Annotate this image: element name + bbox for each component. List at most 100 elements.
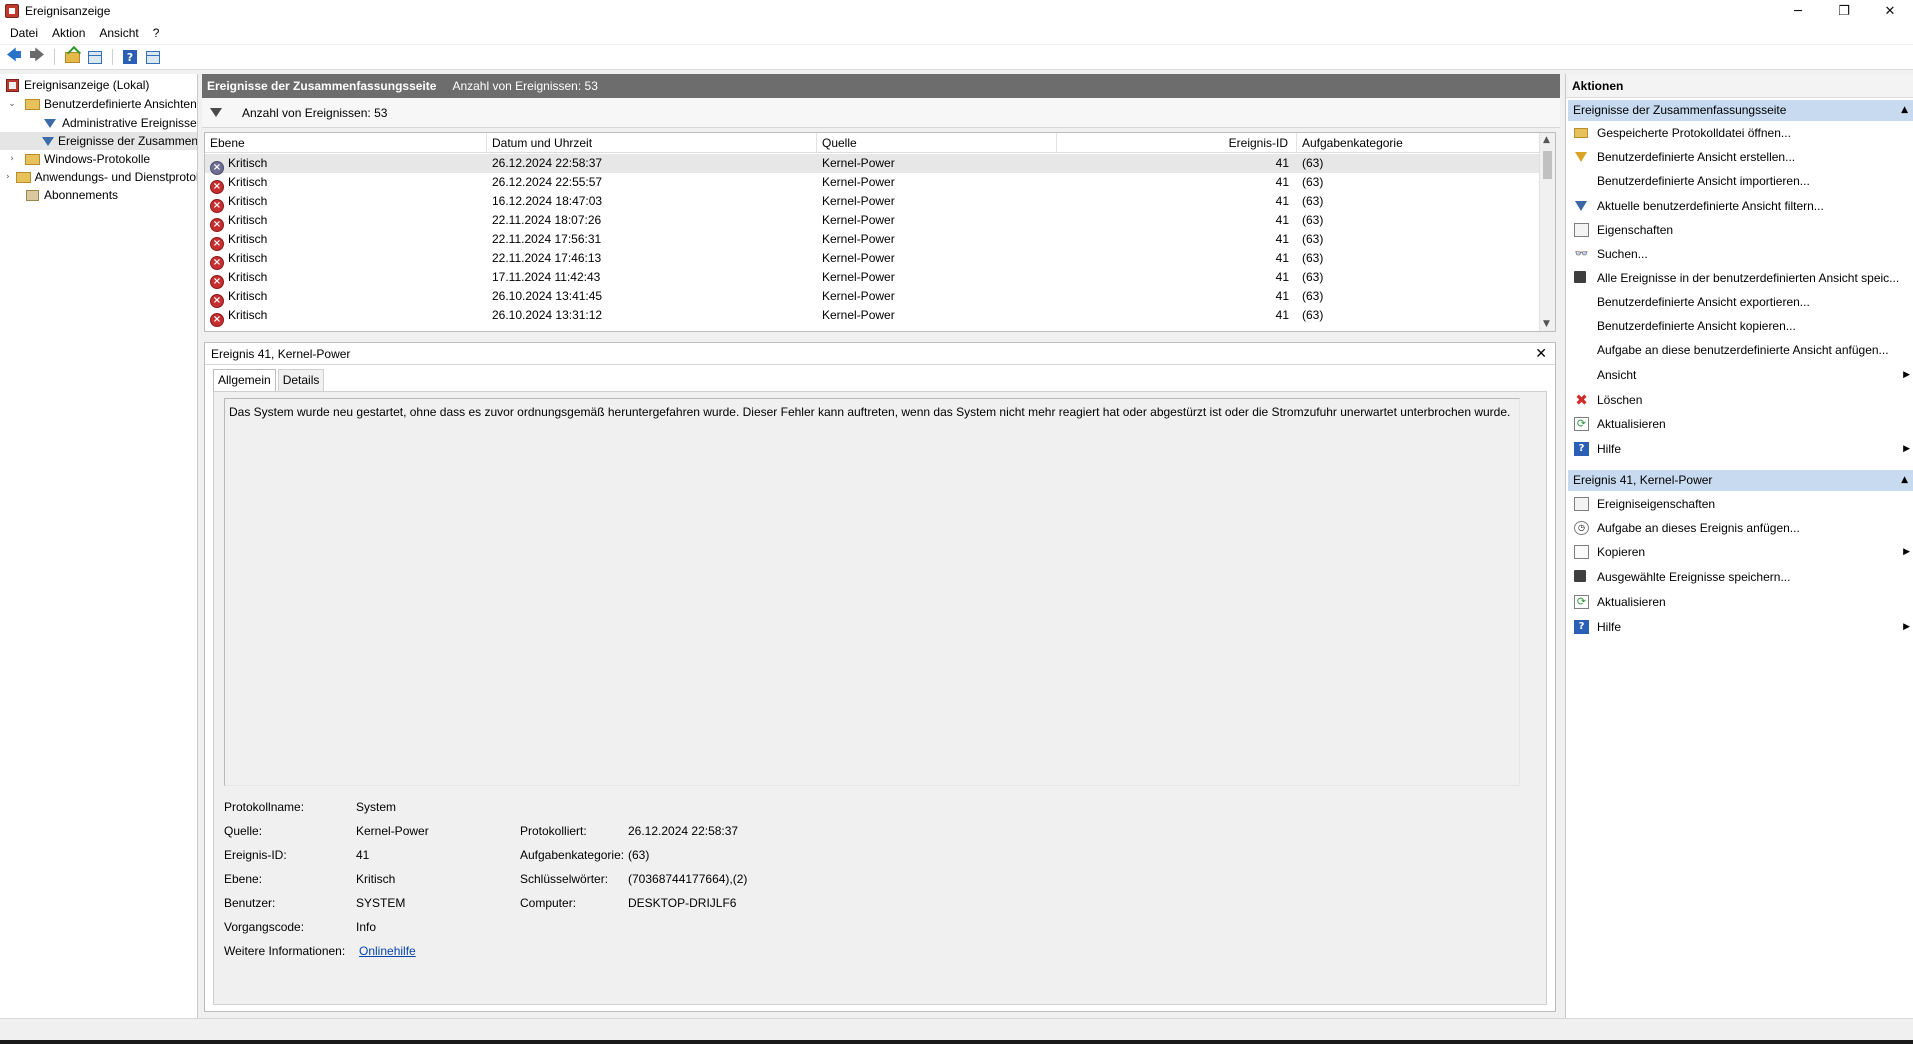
column-header-task-category[interactable]: Aufgabenkategorie <box>1297 133 1541 153</box>
tree-item-custom-views[interactable]: ⌄ Benutzerdefinierte Ansichten <box>0 95 197 113</box>
view-title: Ereignisse der Zusammenfassungsseite <box>207 79 437 93</box>
delete-icon: ✖ <box>1575 391 1588 409</box>
view-header: Ereignisse der Zusammenfassungsseite Anz… <box>202 74 1560 98</box>
table-row[interactable]: × Kritisch 26.12.2024 22:58:37 Kernel-Pow… <box>205 154 1541 175</box>
table-header: Ebene Datum und Uhrzeit Quelle Ereignis-… <box>205 133 1541 153</box>
general-tab-content: Das System wurde neu gestartet, ohne das… <box>213 391 1547 1005</box>
computer-label: Computer: <box>520 896 577 910</box>
up-folder-button[interactable] <box>62 48 82 66</box>
action-help[interactable]: ? Hilfe ▶ <box>1566 439 1913 459</box>
table-row[interactable]: × Kritisch 22.11.2024 17:46:13 Kernel-Pow… <box>205 249 1541 270</box>
tree-item-application-service-logs[interactable]: › Anwendungs- und Dienstprotokolle <box>0 168 197 186</box>
event-description[interactable]: Das System wurde neu gestartet, ohne das… <box>224 398 1520 786</box>
show-hide-action-pane-button[interactable] <box>143 48 163 66</box>
level-label: Ebene: <box>224 872 263 886</box>
show-hide-tree-button[interactable] <box>85 48 105 66</box>
action-attach-task-to-event[interactable]: ◷ Aufgabe an dieses Ereignis anfügen... <box>1566 518 1913 538</box>
actions-section-view[interactable]: Ereignisse der Zusammenfassungsseite ▲ <box>1568 100 1913 121</box>
action-refresh[interactable]: ⟳ Aktualisieren <box>1566 414 1913 434</box>
menu-ansicht[interactable]: Ansicht <box>92 26 145 40</box>
action-copy[interactable]: Kopieren ▶ <box>1566 542 1913 562</box>
action-help-event[interactable]: ? Hilfe ▶ <box>1566 617 1913 637</box>
cell-source: Kernel-Power <box>822 194 895 208</box>
table-row[interactable]: × Kritisch 26.12.2024 22:55:57 Kernel-Pow… <box>205 173 1541 194</box>
action-export-custom-view[interactable]: Benutzerdefinierte Ansicht exportieren..… <box>1566 292 1913 312</box>
cell-event-id: 41 <box>1275 251 1289 265</box>
cell-event-id: 41 <box>1275 232 1289 246</box>
scrollbar-thumb[interactable] <box>1543 151 1552 179</box>
cell-level: Kritisch <box>228 175 268 189</box>
action-view-submenu[interactable]: Ansicht ▶ <box>1566 365 1913 385</box>
actions-section-event[interactable]: Ereignis 41, Kernel-Power ▲ <box>1568 470 1913 491</box>
table-row[interactable]: × Kritisch 22.11.2024 17:56:31 Kernel-Pow… <box>205 230 1541 251</box>
source-value: Kernel-Power <box>356 824 429 838</box>
back-arrow-icon[interactable]: 🡄 <box>4 46 24 66</box>
help-icon: ? <box>1574 442 1589 456</box>
help-button[interactable]: ? <box>120 48 140 66</box>
menu-datei[interactable]: Datei <box>3 26 45 40</box>
filter-bar: Anzahl von Ereignissen: 53 <box>202 98 1560 128</box>
filter-icon <box>42 116 58 130</box>
menu-aktion[interactable]: Aktion <box>45 26 92 40</box>
tab-details[interactable]: Details <box>277 369 325 391</box>
scroll-up-icon[interactable]: ▲ <box>1543 135 1550 145</box>
scroll-down-icon[interactable]: ▼ <box>1543 319 1550 329</box>
restore-button[interactable]: ❐ <box>1821 0 1867 22</box>
menu-help[interactable]: ? <box>146 26 167 40</box>
submenu-arrow-icon: ▶ <box>1903 547 1910 557</box>
find-icon: 👓 <box>1574 247 1589 260</box>
column-header-level[interactable]: Ebene <box>205 133 487 153</box>
action-save-selected-events[interactable]: Ausgewählte Ereignisse speichern... <box>1566 567 1913 587</box>
column-header-event-id[interactable]: Ereignis-ID <box>1057 133 1297 153</box>
tab-general[interactable]: Allgemein <box>213 369 276 392</box>
chevron-right-icon[interactable]: › <box>6 172 10 182</box>
forward-arrow-icon[interactable]: 🡆 <box>27 46 47 66</box>
log-name-value: System <box>356 800 397 814</box>
tree-item-subscriptions[interactable]: Abonnements <box>0 186 197 204</box>
actions-pane: Aktionen Ereignisse der Zusammenfassungs… <box>1565 74 1913 1018</box>
column-header-source[interactable]: Quelle <box>817 133 1057 153</box>
tree-item-administrative-events[interactable]: Administrative Ereignisse <box>0 114 197 132</box>
action-properties[interactable]: Eigenschaften <box>1566 220 1913 240</box>
online-help-link[interactable]: Onlinehilfe <box>359 944 416 958</box>
action-open-saved-log[interactable]: Gespeicherte Protokolldatei öffnen... <box>1566 123 1913 143</box>
chevron-right-icon[interactable]: › <box>6 154 18 164</box>
action-copy-custom-view[interactable]: Benutzerdefinierte Ansicht kopieren... <box>1566 316 1913 336</box>
source-label: Quelle: <box>224 824 263 838</box>
close-detail-icon[interactable]: ✕ <box>1535 343 1547 365</box>
action-delete[interactable]: ✖ Löschen <box>1566 390 1913 410</box>
tree-item-summary-page-events[interactable]: Ereignisse der Zusammenfassungsseite <box>0 132 197 150</box>
table-row[interactable]: × Kritisch 17.11.2024 11:42:43 Kernel-Pow… <box>205 268 1541 289</box>
table-row[interactable]: × Kritisch 26.10.2024 13:41:45 Kernel-Pow… <box>205 287 1541 308</box>
cell-datetime: 26.12.2024 22:58:37 <box>492 156 603 170</box>
action-find[interactable]: 👓 Suchen... <box>1566 244 1913 264</box>
action-label: Löschen <box>1597 393 1643 407</box>
save-icon <box>1574 271 1586 283</box>
action-create-custom-view[interactable]: Benutzerdefinierte Ansicht erstellen... <box>1566 147 1913 167</box>
action-import-custom-view[interactable]: Benutzerdefinierte Ansicht importieren..… <box>1566 171 1913 191</box>
logged-label: Protokolliert: <box>520 824 587 838</box>
action-filter-current-view[interactable]: Aktuelle benutzerdefinierte Ansicht filt… <box>1566 196 1913 216</box>
tree-item-windows-logs[interactable]: › Windows-Protokolle <box>0 150 197 168</box>
action-label: Aktuelle benutzerdefinierte Ansicht filt… <box>1597 199 1824 213</box>
keywords-value: (70368744177664),(2) <box>628 872 748 886</box>
collapse-icon[interactable]: ▲ <box>1901 470 1908 491</box>
action-attach-task-to-view[interactable]: Aufgabe an diese benutzerdefinierte Ansi… <box>1566 340 1913 360</box>
table-row[interactable]: × Kritisch 16.12.2024 18:47:03 Kernel-Pow… <box>205 192 1541 213</box>
tree-item-label: Administrative Ereignisse <box>62 116 197 130</box>
close-button[interactable]: ✕ <box>1867 0 1913 22</box>
create-view-icon <box>1575 152 1587 162</box>
action-refresh-event[interactable]: ⟳ Aktualisieren <box>1566 592 1913 612</box>
action-pane-icon <box>146 50 160 64</box>
chevron-down-icon[interactable]: ⌄ <box>6 99 18 109</box>
table-row[interactable]: × Kritisch 22.11.2024 18:07:26 Kernel-Pow… <box>205 211 1541 232</box>
cell-task-category: (63) <box>1302 156 1324 170</box>
table-vertical-scrollbar[interactable]: ▲ ▼ <box>1539 133 1555 331</box>
tree-item-event-viewer-local[interactable]: Ereignisanzeige (Lokal) <box>0 76 197 94</box>
action-event-properties[interactable]: Ereigniseigenschaften <box>1566 494 1913 514</box>
minimize-button[interactable]: ─ <box>1775 0 1821 22</box>
table-row[interactable]: × Kritisch 26.10.2024 13:31:12 Kernel-Pow… <box>205 306 1541 327</box>
collapse-icon[interactable]: ▲ <box>1901 100 1908 121</box>
action-save-all-events[interactable]: Alle Ereignisse in der benutzerdefiniert… <box>1566 268 1913 288</box>
column-header-datetime[interactable]: Datum und Uhrzeit <box>487 133 817 153</box>
